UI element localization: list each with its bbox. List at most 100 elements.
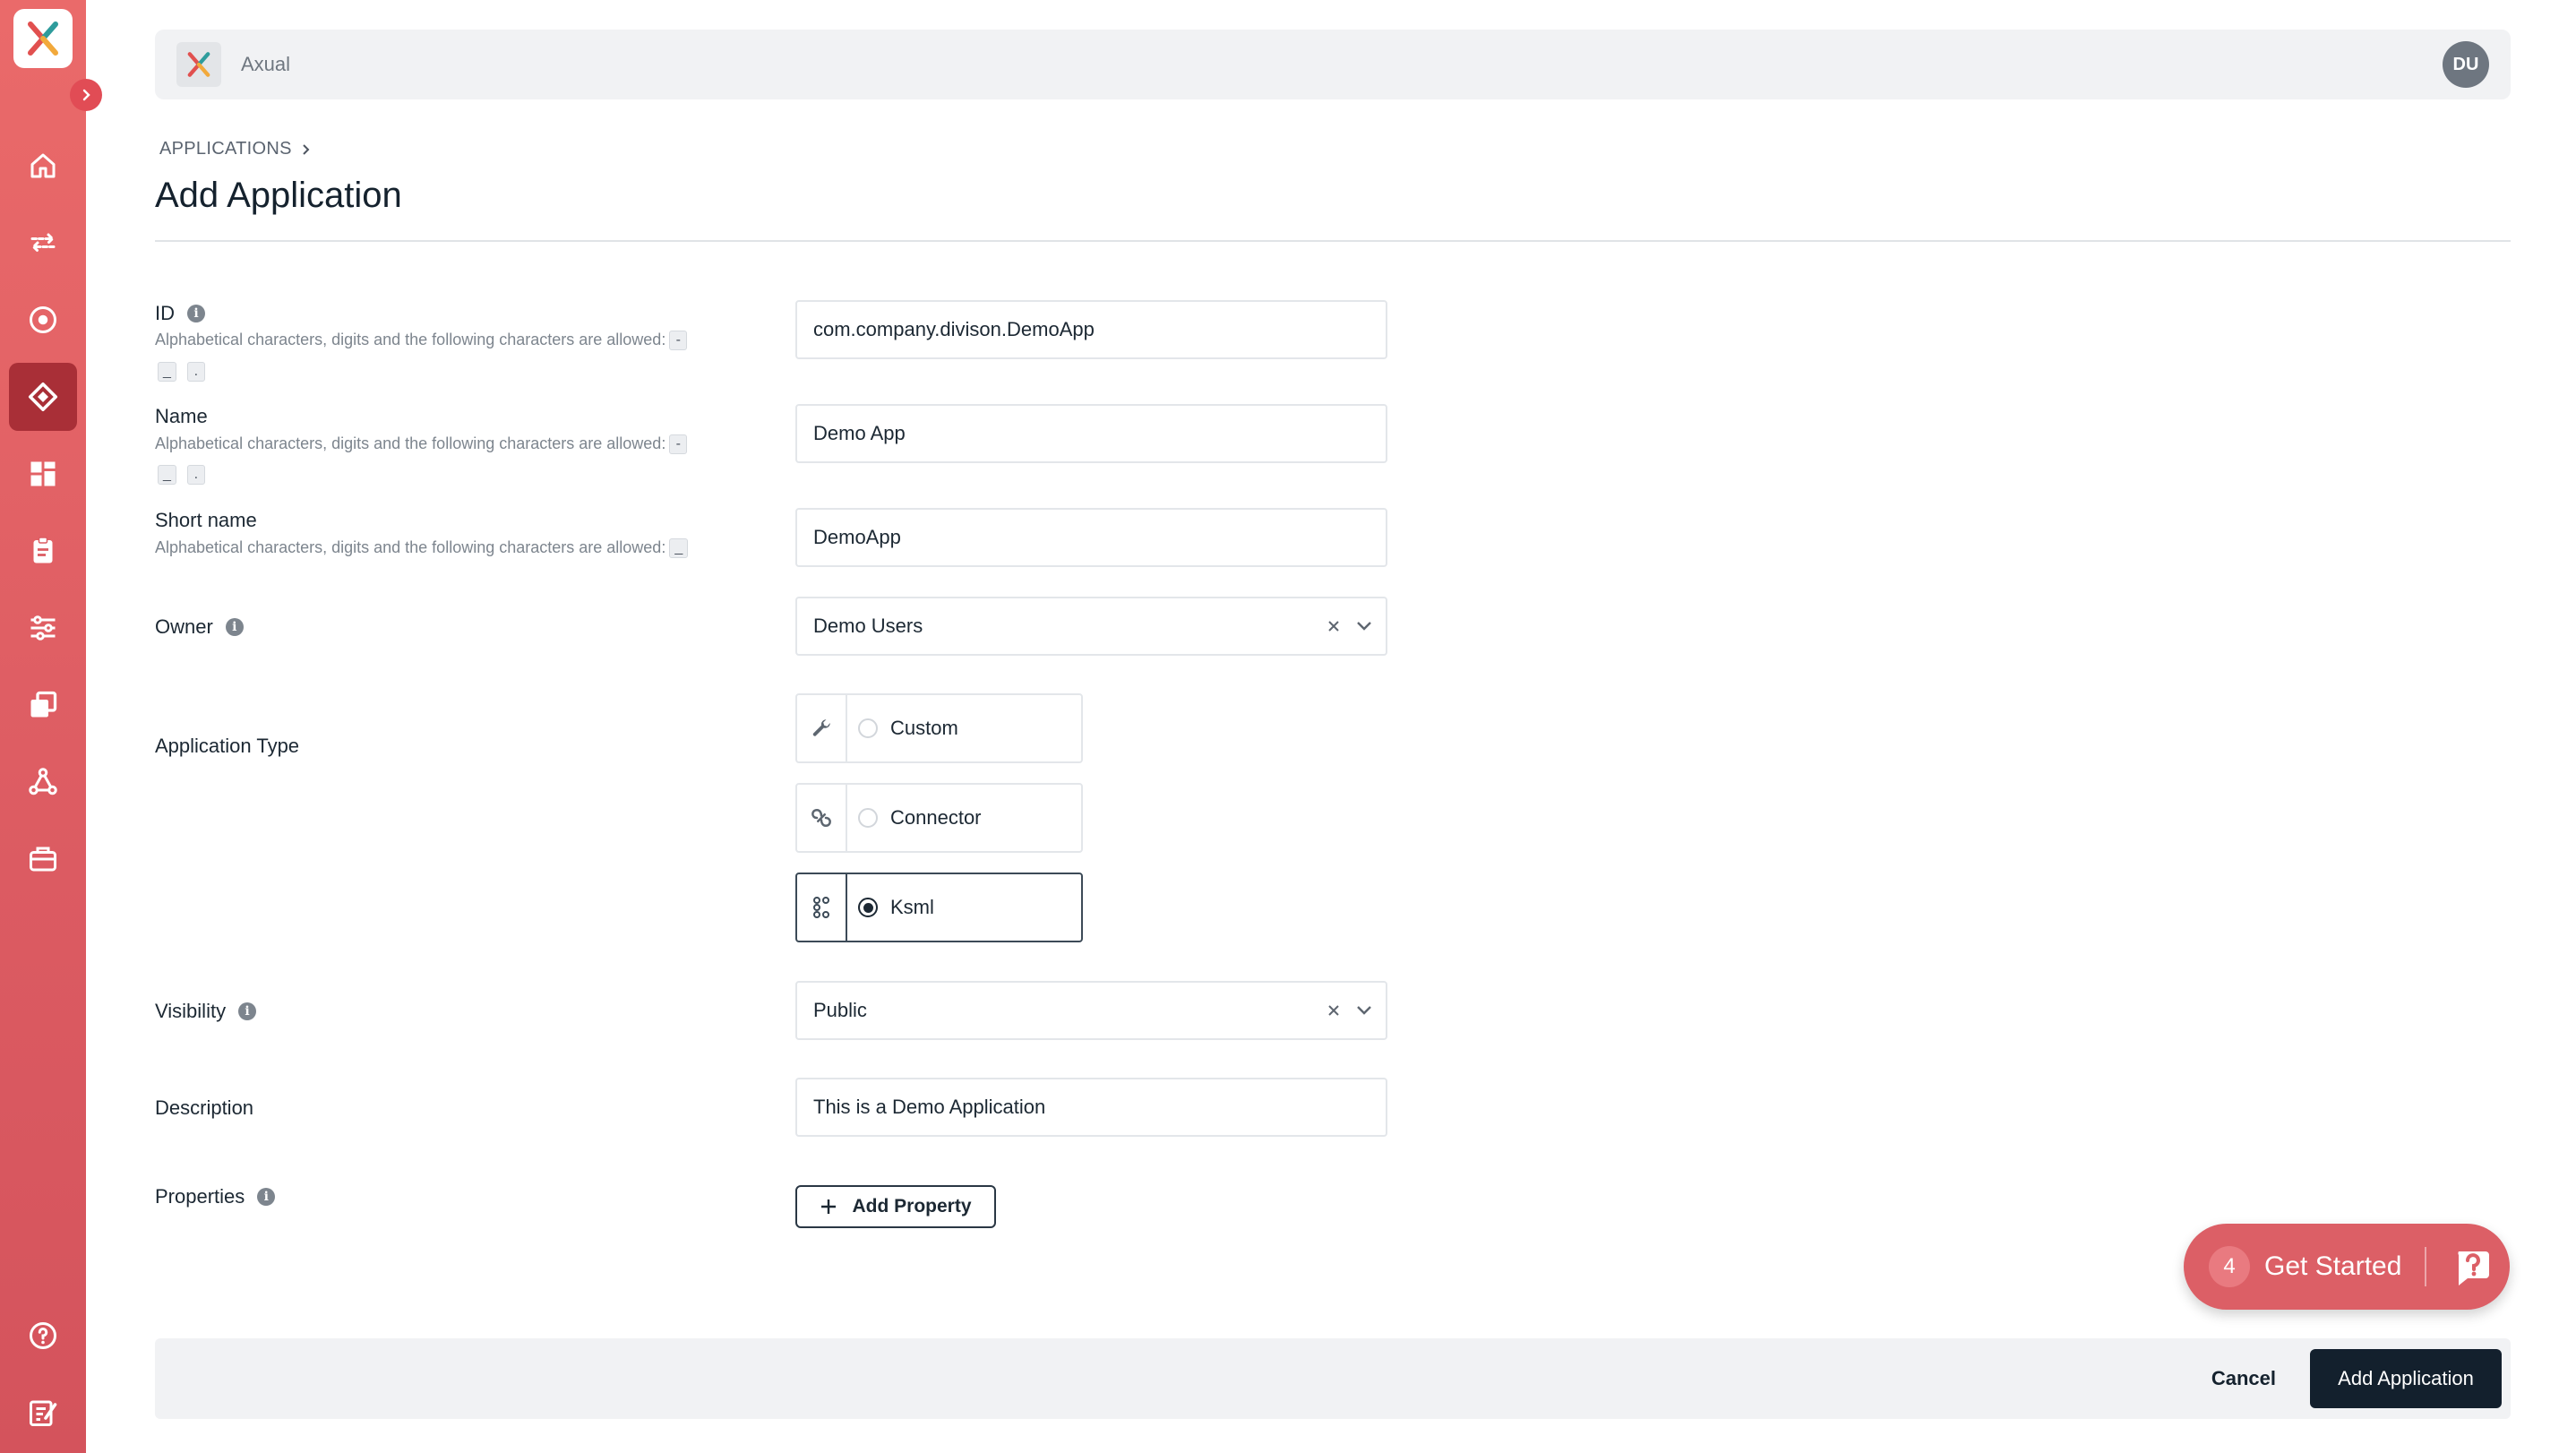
- id-field[interactable]: [795, 300, 1387, 359]
- short-name-field[interactable]: [795, 508, 1387, 567]
- breadcrumb-applications-link[interactable]: APPLICATIONS: [159, 139, 292, 159]
- clear-icon[interactable]: [1327, 619, 1341, 633]
- plus-icon: [821, 1199, 837, 1214]
- get-started-count-badge: 4: [2209, 1246, 2250, 1287]
- environments-icon: [30, 306, 56, 333]
- info-icon[interactable]: i: [225, 618, 244, 636]
- sidebar-item-toolbox[interactable]: [9, 825, 77, 893]
- type-option-label: Connector: [890, 806, 982, 829]
- get-started-separator: [2425, 1247, 2427, 1286]
- feedback-icon: [30, 1400, 57, 1426]
- allowed-char-chip: _: [158, 362, 176, 382]
- top-bar: Axual DU: [155, 30, 2511, 99]
- home-icon: [30, 153, 56, 178]
- sidebar-expand-button[interactable]: [70, 79, 102, 111]
- name-field[interactable]: [795, 404, 1387, 463]
- name-label-text: Name: [155, 405, 208, 427]
- visibility-label-text: Visibility: [155, 1000, 227, 1022]
- sidebar-item-dashboard[interactable]: [9, 440, 77, 508]
- owner-select[interactable]: Demo Users: [795, 597, 1387, 656]
- name-label: Name: [155, 405, 208, 428]
- sidebar-item-help[interactable]: [9, 1302, 77, 1370]
- radio-connector[interactable]: [858, 808, 878, 828]
- clipboard-icon: [33, 537, 53, 563]
- info-icon[interactable]: i: [257, 1188, 276, 1206]
- name-allowed-chips: _ .: [158, 465, 205, 485]
- radio-custom[interactable]: [858, 718, 878, 738]
- add-application-button[interactable]: Add Application: [2310, 1349, 2502, 1408]
- allowed-char-chip: .: [186, 465, 205, 485]
- chat-help-icon: [2458, 1251, 2490, 1285]
- id-help-text: Alphabetical characters, digits and the …: [155, 331, 688, 351]
- name-help-text: Alphabetical characters, digits and the …: [155, 434, 688, 455]
- axual-logo-icon: [28, 21, 58, 56]
- sidebar-item-home[interactable]: [9, 132, 77, 200]
- short-name-help-text: Alphabetical characters, digits and the …: [155, 538, 689, 559]
- sidebar-item-copy[interactable]: [9, 671, 77, 739]
- add-property-button[interactable]: Add Property: [795, 1185, 996, 1228]
- type-option-label: Ksml: [890, 896, 934, 918]
- short-name-help-message: Alphabetical characters, digits and the …: [155, 538, 666, 556]
- clear-icon[interactable]: [1327, 1003, 1341, 1018]
- visibility-select-controls: [1327, 983, 1373, 1038]
- settings-sliders-icon: [30, 615, 56, 641]
- form-footer: Cancel Add Application: [155, 1338, 2511, 1419]
- get-started-widget[interactable]: 4 Get Started: [2184, 1224, 2510, 1310]
- chevron-down-icon[interactable]: [1355, 1004, 1373, 1017]
- description-label: Description: [155, 1096, 253, 1120]
- breadcrumb: APPLICATIONS: [159, 139, 312, 159]
- short-name-input[interactable]: [813, 526, 1370, 549]
- ksml-icon: [797, 874, 847, 941]
- type-option-connector[interactable]: Connector: [795, 783, 1083, 853]
- name-help-message: Alphabetical characters, digits and the …: [155, 434, 666, 452]
- id-input[interactable]: [813, 318, 1370, 341]
- name-input[interactable]: [813, 422, 1370, 445]
- visibility-select[interactable]: Public: [795, 981, 1387, 1040]
- allowed-char-chip: -: [669, 434, 688, 455]
- sidebar-item-network[interactable]: [9, 748, 77, 816]
- owner-select-controls: [1327, 598, 1373, 654]
- sidebar-item-clipboard[interactable]: [9, 517, 77, 585]
- id-label: ID i: [155, 302, 205, 325]
- description-label-text: Description: [155, 1096, 254, 1119]
- sidebar-item-settings[interactable]: [9, 594, 77, 662]
- application-type-label: Application Type: [155, 735, 299, 758]
- sidebar-item-feedback[interactable]: [9, 1379, 77, 1447]
- info-icon[interactable]: i: [238, 1002, 257, 1020]
- id-allowed-chips: _ .: [158, 362, 205, 382]
- user-avatar[interactable]: DU: [2443, 41, 2489, 88]
- get-started-label: Get Started: [2264, 1251, 2402, 1281]
- visibility-label: Visibility i: [155, 1000, 257, 1023]
- allowed-char-chip: -: [669, 331, 688, 351]
- axual-logo[interactable]: [13, 9, 73, 68]
- toolbox-icon: [30, 847, 56, 872]
- page-title: Add Application: [155, 176, 402, 215]
- allowed-char-chip: _: [158, 465, 176, 485]
- visibility-selected-value: Public: [813, 999, 867, 1021]
- allowed-char-chip: .: [186, 362, 205, 382]
- description-field[interactable]: [795, 1078, 1387, 1137]
- properties-label-text: Properties: [155, 1185, 245, 1208]
- wrench-icon: [797, 695, 847, 761]
- cancel-button[interactable]: Cancel: [2211, 1358, 2276, 1399]
- owner-label: Owner i: [155, 615, 244, 639]
- sidebar: [0, 0, 102, 1453]
- sidebar-item-applications[interactable]: [9, 363, 77, 431]
- description-input[interactable]: [813, 1096, 1370, 1119]
- header-divider: [155, 240, 2511, 242]
- chevron-down-icon[interactable]: [1355, 620, 1373, 632]
- info-icon[interactable]: i: [187, 305, 205, 322]
- axual-logo-icon: [187, 52, 210, 77]
- add-property-label: Add Property: [852, 1196, 972, 1217]
- type-option-ksml[interactable]: Ksml: [795, 873, 1083, 942]
- sidebar-item-environments[interactable]: [9, 286, 77, 354]
- applications-icon: [28, 382, 58, 412]
- short-name-label-text: Short name: [155, 509, 257, 531]
- radio-ksml[interactable]: [858, 898, 878, 917]
- allowed-char-chip: _: [669, 538, 689, 559]
- owner-selected-value: Demo Users: [813, 615, 923, 637]
- tenant-name: Axual: [241, 53, 291, 75]
- sidebar-item-streams[interactable]: [9, 209, 77, 277]
- chevron-right-icon: [82, 89, 90, 101]
- type-option-custom[interactable]: Custom: [795, 693, 1083, 763]
